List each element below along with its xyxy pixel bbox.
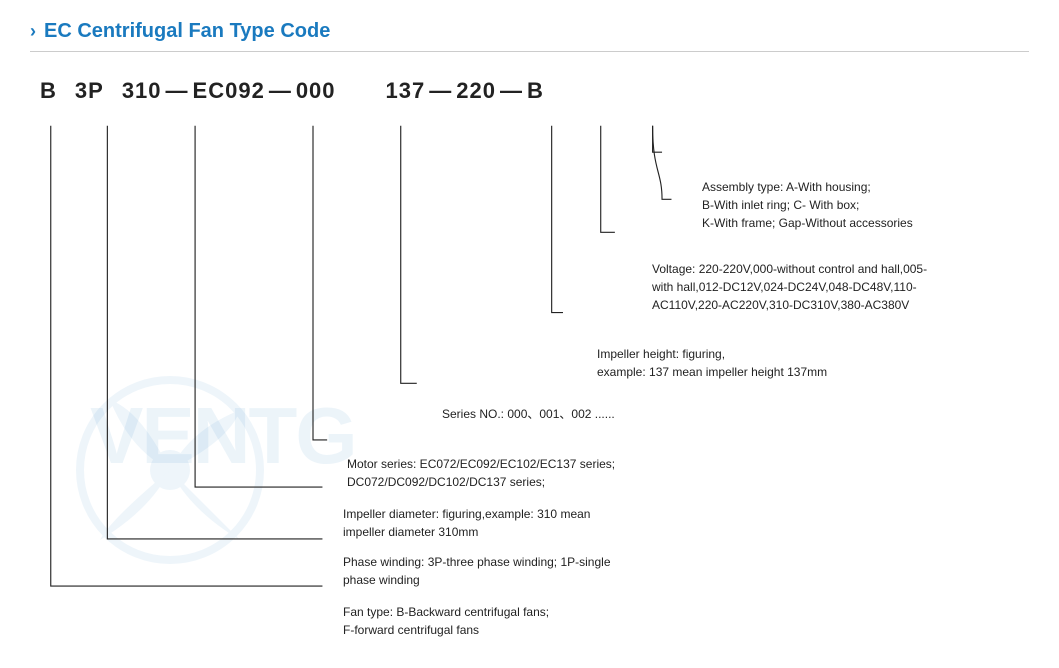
title-section: › EC Centrifugal Fan Type Code	[30, 20, 1029, 52]
annotation-fan-type-text: F-forward centrifugal fans	[343, 623, 479, 637]
code-dash-2: —	[269, 78, 292, 104]
annotation-voltage-text2: AC110V,220-AC220V,310-DC310V,380-AC380V	[652, 298, 909, 312]
code-220: 220	[456, 78, 496, 104]
code-3P: 3P	[75, 78, 104, 104]
code-dash-1: —	[166, 78, 189, 104]
annotation-assembly-text2: K-With frame; Gap-Without accessories	[702, 216, 913, 230]
code-EC092: EC092	[193, 78, 265, 104]
annotation-motor-series-text: DC072/DC092/DC102/DC137 series;	[347, 475, 545, 489]
annotation-phase-winding-label: Phase winding: 3P-three phase winding; 1…	[343, 555, 611, 569]
annotation-phase-winding: Phase winding: 3P-three phase winding; 1…	[343, 553, 611, 589]
code-dash-4: —	[500, 78, 523, 104]
code-B2: B	[527, 78, 544, 104]
annotation-series-no-label: Series NO.: 000、001、002 ......	[442, 407, 615, 421]
watermark-text: VENTG	[90, 390, 356, 482]
annotation-fan-type: Fan type: B-Backward centrifugal fans; F…	[343, 603, 549, 639]
annotation-voltage: Voltage: 220-220V,000-without control an…	[652, 260, 927, 314]
watermark-fan-icon	[70, 370, 270, 570]
annotation-impeller-height-label: Impeller height: figuring,	[597, 347, 725, 361]
code-dash-3: —	[429, 78, 452, 104]
page-title: EC Centrifugal Fan Type Code	[44, 20, 330, 43]
diagram-area: VENTG B 3P 310 — EC092 — 000 137 — 220 —…	[30, 60, 1029, 650]
annotation-impeller-height: Impeller height: figuring, example: 137 …	[597, 345, 827, 381]
annotation-motor-series-label: Motor series: EC072/EC092/EC102/EC137 se…	[347, 457, 615, 471]
code-137: 137	[386, 78, 426, 104]
code-310: 310	[122, 78, 162, 104]
annotation-impeller-diameter-label: Impeller diameter: figuring,example: 310…	[343, 507, 590, 521]
annotation-assembly-text: B-With inlet ring; C- With box;	[702, 198, 859, 212]
annotation-assembly: Assembly type: A-With housing; B-With in…	[702, 178, 913, 232]
title-chevron: ›	[30, 21, 36, 42]
annotation-voltage-label: Voltage: 220-220V,000-without control an…	[652, 262, 927, 276]
annotation-fan-type-label: Fan type: B-Backward centrifugal fans;	[343, 605, 549, 619]
code-000: 000	[296, 78, 336, 104]
code-row: B 3P 310 — EC092 — 000 137 — 220 — B	[40, 78, 544, 104]
annotation-impeller-diameter-text: impeller diameter 310mm	[343, 525, 478, 539]
annotation-assembly-label: Assembly type: A-With housing;	[702, 180, 871, 194]
annotation-impeller-height-text: example: 137 mean impeller height 137mm	[597, 365, 827, 379]
page: › EC Centrifugal Fan Type Code VENTG B 3…	[0, 0, 1059, 668]
annotation-voltage-text: with hall,012-DC12V,024-DC24V,048-DC48V,…	[652, 280, 917, 294]
annotation-motor-series: Motor series: EC072/EC092/EC102/EC137 se…	[347, 455, 615, 491]
annotation-phase-winding-text: phase winding	[343, 573, 420, 587]
annotation-impeller-diameter: Impeller diameter: figuring,example: 310…	[343, 505, 590, 541]
code-B: B	[40, 78, 57, 104]
annotation-series-no: Series NO.: 000、001、002 ......	[442, 405, 615, 423]
